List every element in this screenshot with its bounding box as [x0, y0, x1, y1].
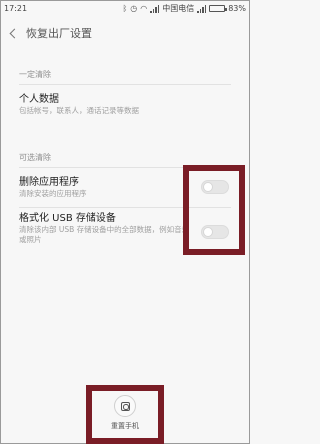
row-subtitle: 清除该内部 USB 存储设备中的全部数据，例如音乐或照片	[19, 225, 190, 244]
back-arrow-icon[interactable]	[4, 20, 24, 46]
row-title: 格式化 USB 存储设备	[19, 213, 116, 224]
page-title: 恢复出厂设置	[26, 27, 92, 40]
row-subtitle: 包括帐号，联系人，通话记录等数据	[19, 106, 139, 115]
format-usb-toggle[interactable]	[201, 225, 229, 239]
wifi-icon: ◠	[140, 3, 148, 13]
carrier-name: 中国电信	[162, 4, 195, 13]
alarm-icon: ◷	[130, 3, 138, 13]
row-personal-data[interactable]: 个人数据 包括帐号，联系人，通话记录等数据	[0, 93, 250, 116]
delete-apps-toggle[interactable]	[201, 180, 229, 194]
status-time: 17:21	[4, 4, 28, 13]
section-label-optional: 可选清除	[19, 153, 51, 162]
status-icons: ᛒ ◷ ◠ 中国电信 83%	[122, 3, 246, 14]
divider	[19, 167, 231, 168]
bluetooth-icon: ᛒ	[122, 3, 128, 13]
reset-circle	[114, 395, 136, 417]
phone-reset-icon	[120, 401, 130, 411]
title-bar: 恢复出厂设置	[0, 20, 250, 46]
reset-phone-label: 重置手机	[111, 422, 139, 430]
signal-icon	[150, 4, 160, 13]
toggle-knob	[203, 182, 213, 192]
reset-phone-button[interactable]: 重置手机	[109, 395, 141, 431]
divider	[19, 207, 231, 208]
row-format-usb[interactable]: 格式化 USB 存储设备 清除该内部 USB 存储设备中的全部数据，例如音乐或照…	[0, 212, 196, 245]
section-label-required: 一定清除	[19, 70, 51, 79]
status-bar: 17:21 ᛒ ◷ ◠ 中国电信 83%	[0, 0, 250, 18]
toggle-knob	[203, 227, 213, 237]
signal-icon-2	[197, 4, 207, 13]
divider	[19, 84, 231, 85]
battery-icon	[209, 5, 228, 12]
battery-percent: 83%	[228, 4, 246, 13]
row-title: 个人数据	[19, 94, 59, 105]
